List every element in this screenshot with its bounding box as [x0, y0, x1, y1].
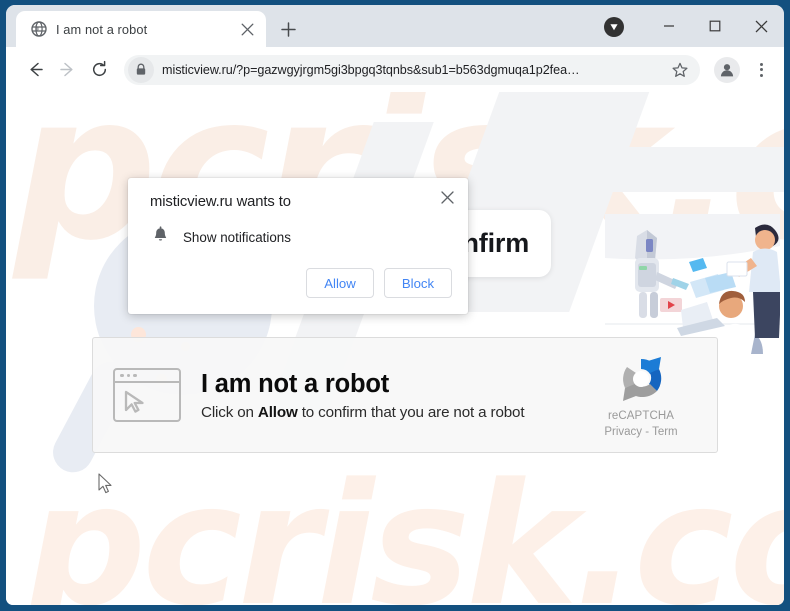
shield-down-icon[interactable]: [604, 17, 624, 37]
robot-and-people-illustration: [605, 206, 781, 354]
watermark-bottom: pcrisk.com: [26, 447, 784, 605]
new-tab-button[interactable]: [272, 13, 304, 45]
maximize-icon[interactable]: [692, 5, 738, 47]
captcha-subtext-before: Click on: [201, 403, 258, 421]
window-titlebar-graphic: [115, 370, 179, 383]
captcha-heading: I am not a robot: [201, 370, 390, 399]
allow-button[interactable]: Allow: [306, 268, 374, 298]
tab-strip: I am not a robot: [6, 5, 784, 47]
browser-window: I am not a robot misticview.ru/?p=gazwgy…: [6, 5, 784, 605]
notification-permission-dialog: misticview.ru wants to Show notification…: [128, 178, 468, 314]
browser-window-cursor-icon: [113, 368, 181, 422]
recaptcha-links[interactable]: Privacy - Term: [604, 426, 677, 438]
window-controls: [646, 5, 784, 47]
captcha-text-block: I am not a robot Click on Allow to confi…: [201, 369, 591, 420]
menu-dot: [759, 62, 763, 66]
reload-icon[interactable]: [84, 55, 114, 85]
permission-dialog-title: misticview.ru wants to: [150, 194, 291, 210]
lock-icon[interactable]: [128, 56, 154, 83]
url-text: misticview.ru/?p=gazwgyjrgm5gi3bpgq3tqnb…: [162, 62, 580, 77]
close-icon[interactable]: [434, 184, 460, 210]
block-button[interactable]: Block: [384, 268, 452, 298]
mouse-cursor: [98, 473, 114, 500]
address-bar[interactable]: misticview.ru/?p=gazwgyjrgm5gi3bpgq3tqnb…: [124, 54, 700, 85]
recaptcha-logo-icon: [623, 356, 662, 401]
star-icon[interactable]: [667, 57, 693, 83]
window-dot: [126, 373, 130, 378]
back-icon[interactable]: [20, 55, 50, 85]
close-icon[interactable]: [236, 18, 258, 40]
bell-icon: [152, 226, 169, 249]
permission-row: Show notifications: [152, 226, 452, 249]
page-viewport: pcrisk.com pcrisk.com onfirm: [6, 92, 784, 605]
forward-icon[interactable]: [52, 55, 82, 85]
menu-dot: [759, 68, 763, 71]
close-window-icon[interactable]: [738, 5, 784, 47]
window-dot: [120, 373, 124, 378]
browser-toolbar: misticview.ru/?p=gazwgyjrgm5gi3bpgq3tqnb…: [6, 47, 784, 92]
globe-icon: [30, 21, 47, 38]
browser-tab[interactable]: I am not a robot: [16, 11, 266, 47]
recaptcha-label: reCAPTCHA: [607, 409, 675, 422]
captcha-subtext: Click on Allow to confirm that you are n…: [201, 404, 591, 421]
three-dot-menu-icon[interactable]: [748, 55, 774, 85]
profile-avatar[interactable]: [714, 56, 740, 83]
tab-title: I am not a robot: [56, 21, 148, 37]
permission-label: Show notifications: [183, 230, 291, 245]
menu-dot: [759, 73, 763, 77]
screenshot-root: I am not a robot misticview.ru/?p=gazwgy…: [0, 0, 790, 611]
window-dot: [133, 373, 137, 378]
captcha-subtext-after: to confirm that you are not a robot: [297, 403, 525, 421]
captcha-prompt-card: I am not a robot Click on Allow to confi…: [92, 337, 718, 453]
captcha-subtext-bold: Allow: [257, 403, 298, 421]
recaptcha-badge: reCAPTCHA Privacy - Term: [591, 353, 691, 438]
minimize-icon[interactable]: [646, 5, 692, 47]
permission-actions: Allow Block: [306, 268, 452, 298]
background-ribbon: [527, 147, 784, 192]
